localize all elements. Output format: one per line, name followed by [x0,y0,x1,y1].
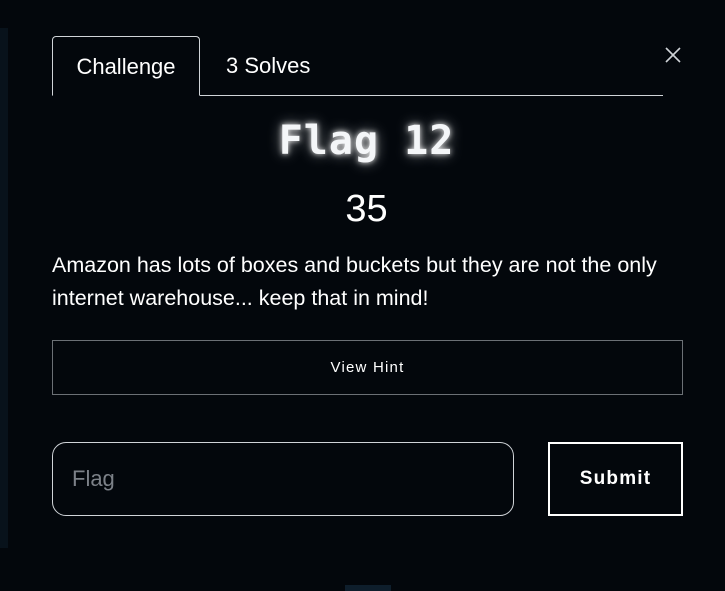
challenge-modal: Challenge 3 Solves Flag 12 35 Amazon has… [0,0,725,591]
flag-input[interactable] [52,442,514,516]
backdrop-mark [345,585,391,591]
tab-solves[interactable]: 3 Solves [226,36,310,95]
challenge-description: Amazon has lots of boxes and buckets but… [52,253,657,310]
challenge-points: 35 [345,188,388,230]
tab-bar: Challenge 3 Solves [52,36,663,96]
submit-button[interactable]: Submit [548,442,683,516]
backdrop-edge [0,28,8,548]
close-icon [665,47,681,63]
view-hint-button[interactable]: View Hint [52,340,683,395]
tab-challenge[interactable]: Challenge [52,36,200,96]
challenge-title: Flag 12 [278,118,455,164]
close-button[interactable] [662,44,684,66]
